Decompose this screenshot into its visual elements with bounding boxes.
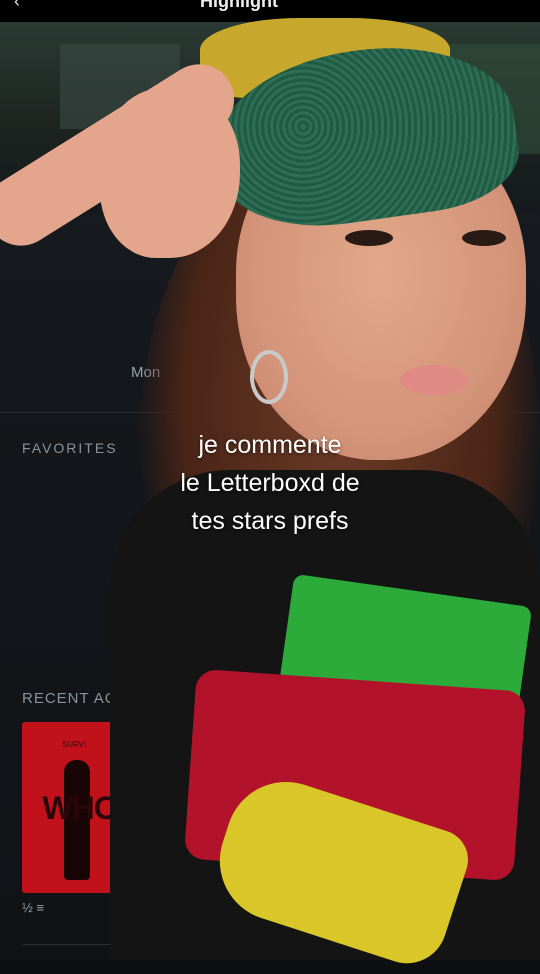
right-eye	[462, 230, 506, 246]
lips	[400, 365, 468, 395]
left-eye	[345, 230, 393, 246]
caption-line: tes stars prefs	[191, 507, 349, 535]
hand	[100, 88, 240, 258]
caption-line: je commente	[198, 431, 342, 459]
video-caption: je commente le Letterboxd de tes stars p…	[100, 426, 440, 540]
hoop-earring	[250, 350, 288, 404]
caption-line: le Letterboxd de	[180, 469, 360, 497]
